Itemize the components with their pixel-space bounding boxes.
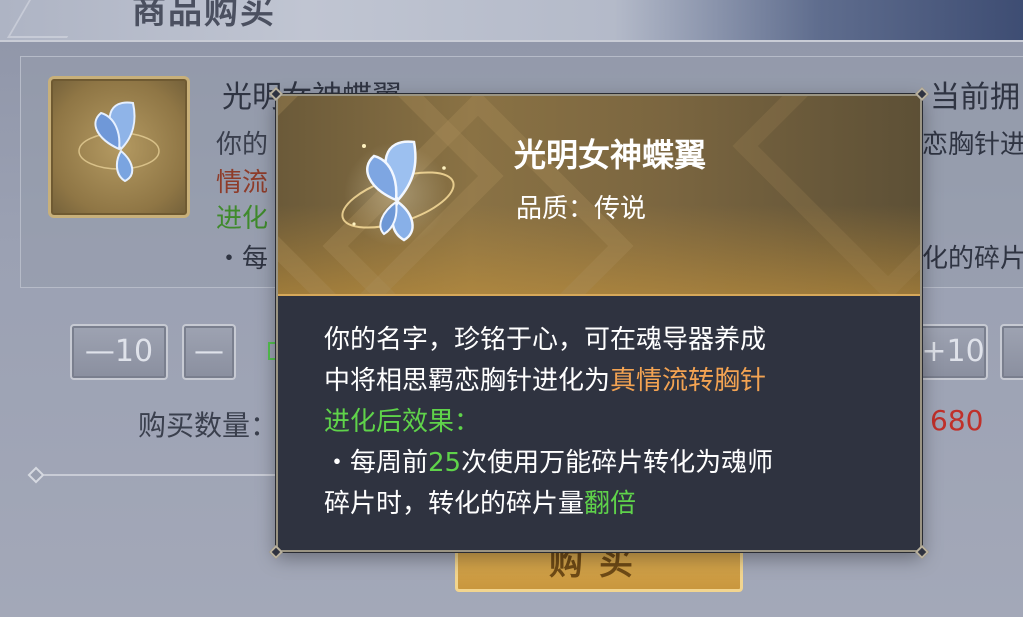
header-diamond-ornament: [732, 96, 920, 294]
quantity-label: 购买数量：: [138, 409, 279, 442]
item-desc-line4: ・每: [216, 244, 269, 274]
dialog-header: 商品购买: [0, 0, 1023, 42]
item-desc-line3: 进化: [216, 204, 269, 234]
effect-heading: 进化后效果：: [324, 407, 481, 437]
desc-line: ・每周前25次使用万能碎片转化为魂师: [324, 443, 884, 484]
desc-text: ・每周前: [324, 448, 429, 478]
desc-line: 你的名字，珍铭于心，可在魂导器养成: [324, 325, 767, 355]
butterfly-wing-icon: [341, 140, 455, 246]
tooltip-quality: 品质：传说: [516, 188, 646, 225]
item-desc-right2: 化的碎片: [922, 244, 1023, 274]
desc-line: 中将相思羁恋胸针进化为真情流转胸针: [324, 361, 884, 402]
minus-one-button[interactable]: —: [182, 324, 236, 380]
desc-text: 中将相思羁恋胸针进化为: [324, 366, 611, 396]
effect-bonus: 翻倍: [584, 489, 637, 519]
plus-one-button[interactable]: [1000, 324, 1023, 380]
butterfly-wing-icon: [78, 101, 160, 183]
header-ornament: [7, 0, 89, 38]
item-icon-frame[interactable]: [48, 76, 190, 218]
quantity-slider-track[interactable]: [36, 474, 276, 476]
quantity-slider-handle[interactable]: [27, 466, 45, 484]
corner-ornament: [268, 544, 284, 560]
item-tooltip: 光明女神蝶翼 品质：传说 你的名字，珍铭于心，可在魂导器养成 中将相思羁恋胸针进…: [268, 86, 930, 560]
item-desc-right1: 恋胸针进: [922, 130, 1023, 160]
owned-count-label: 当前拥: [930, 80, 1020, 115]
item-desc-line2: 情流: [216, 168, 269, 198]
corner-ornament: [914, 544, 930, 560]
tooltip-header: 光明女神蝶翼 品质：传说: [278, 96, 920, 296]
desc-line: 碎片时，转化的碎片量翻倍: [324, 484, 884, 525]
item-desc-line1: 你的: [216, 130, 269, 160]
quality-value: 传说: [594, 194, 647, 224]
effect-count: 25: [428, 448, 462, 478]
tooltip-description: 你的名字，珍铭于心，可在魂导器养成 中将相思羁恋胸针进化为真情流转胸针 进化后效…: [324, 320, 884, 525]
plus-ten-button[interactable]: +10: [918, 324, 988, 380]
minus-ten-button[interactable]: —10: [70, 324, 168, 380]
tooltip-item-name: 光明女神蝶翼: [514, 136, 707, 174]
desc-text: 碎片时，转化的碎片量: [324, 489, 585, 519]
evolved-item-name: 真情流转胸针: [610, 366, 767, 396]
quality-label: 品质：: [516, 194, 595, 224]
dialog-title: 商品购买: [132, 0, 276, 32]
total-price: 680: [930, 404, 984, 437]
desc-text: 次使用万能碎片转化为魂师: [461, 448, 774, 478]
